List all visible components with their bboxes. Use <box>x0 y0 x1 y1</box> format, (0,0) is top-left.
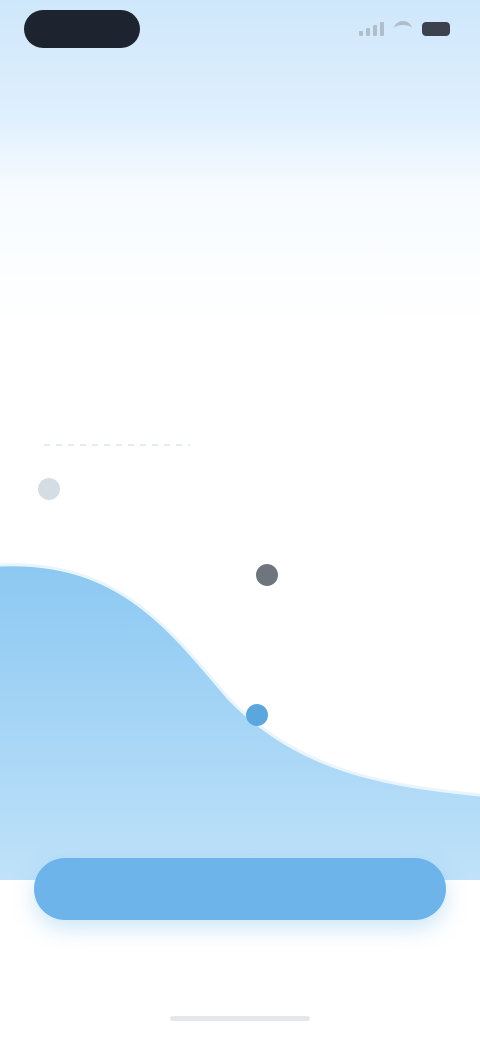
marker-end-dot <box>246 704 268 726</box>
wave-area <box>0 564 480 880</box>
continue-button[interactable] <box>34 858 446 920</box>
onboarding-screen <box>0 0 480 1040</box>
marker-end <box>246 704 268 726</box>
battery-icon <box>422 22 450 36</box>
status-icons <box>359 21 450 37</box>
progress-illustration <box>0 400 480 880</box>
home-indicator[interactable] <box>170 1016 310 1021</box>
marker-mid <box>256 564 290 586</box>
wave-chart <box>0 444 480 880</box>
status-bar <box>0 0 480 62</box>
marker-mid-dot <box>256 564 278 586</box>
time-pill <box>24 10 140 48</box>
cellular-signal-icon <box>359 22 384 36</box>
marker-start-dot <box>38 478 60 500</box>
wifi-icon <box>394 21 412 37</box>
marker-start <box>38 478 72 500</box>
